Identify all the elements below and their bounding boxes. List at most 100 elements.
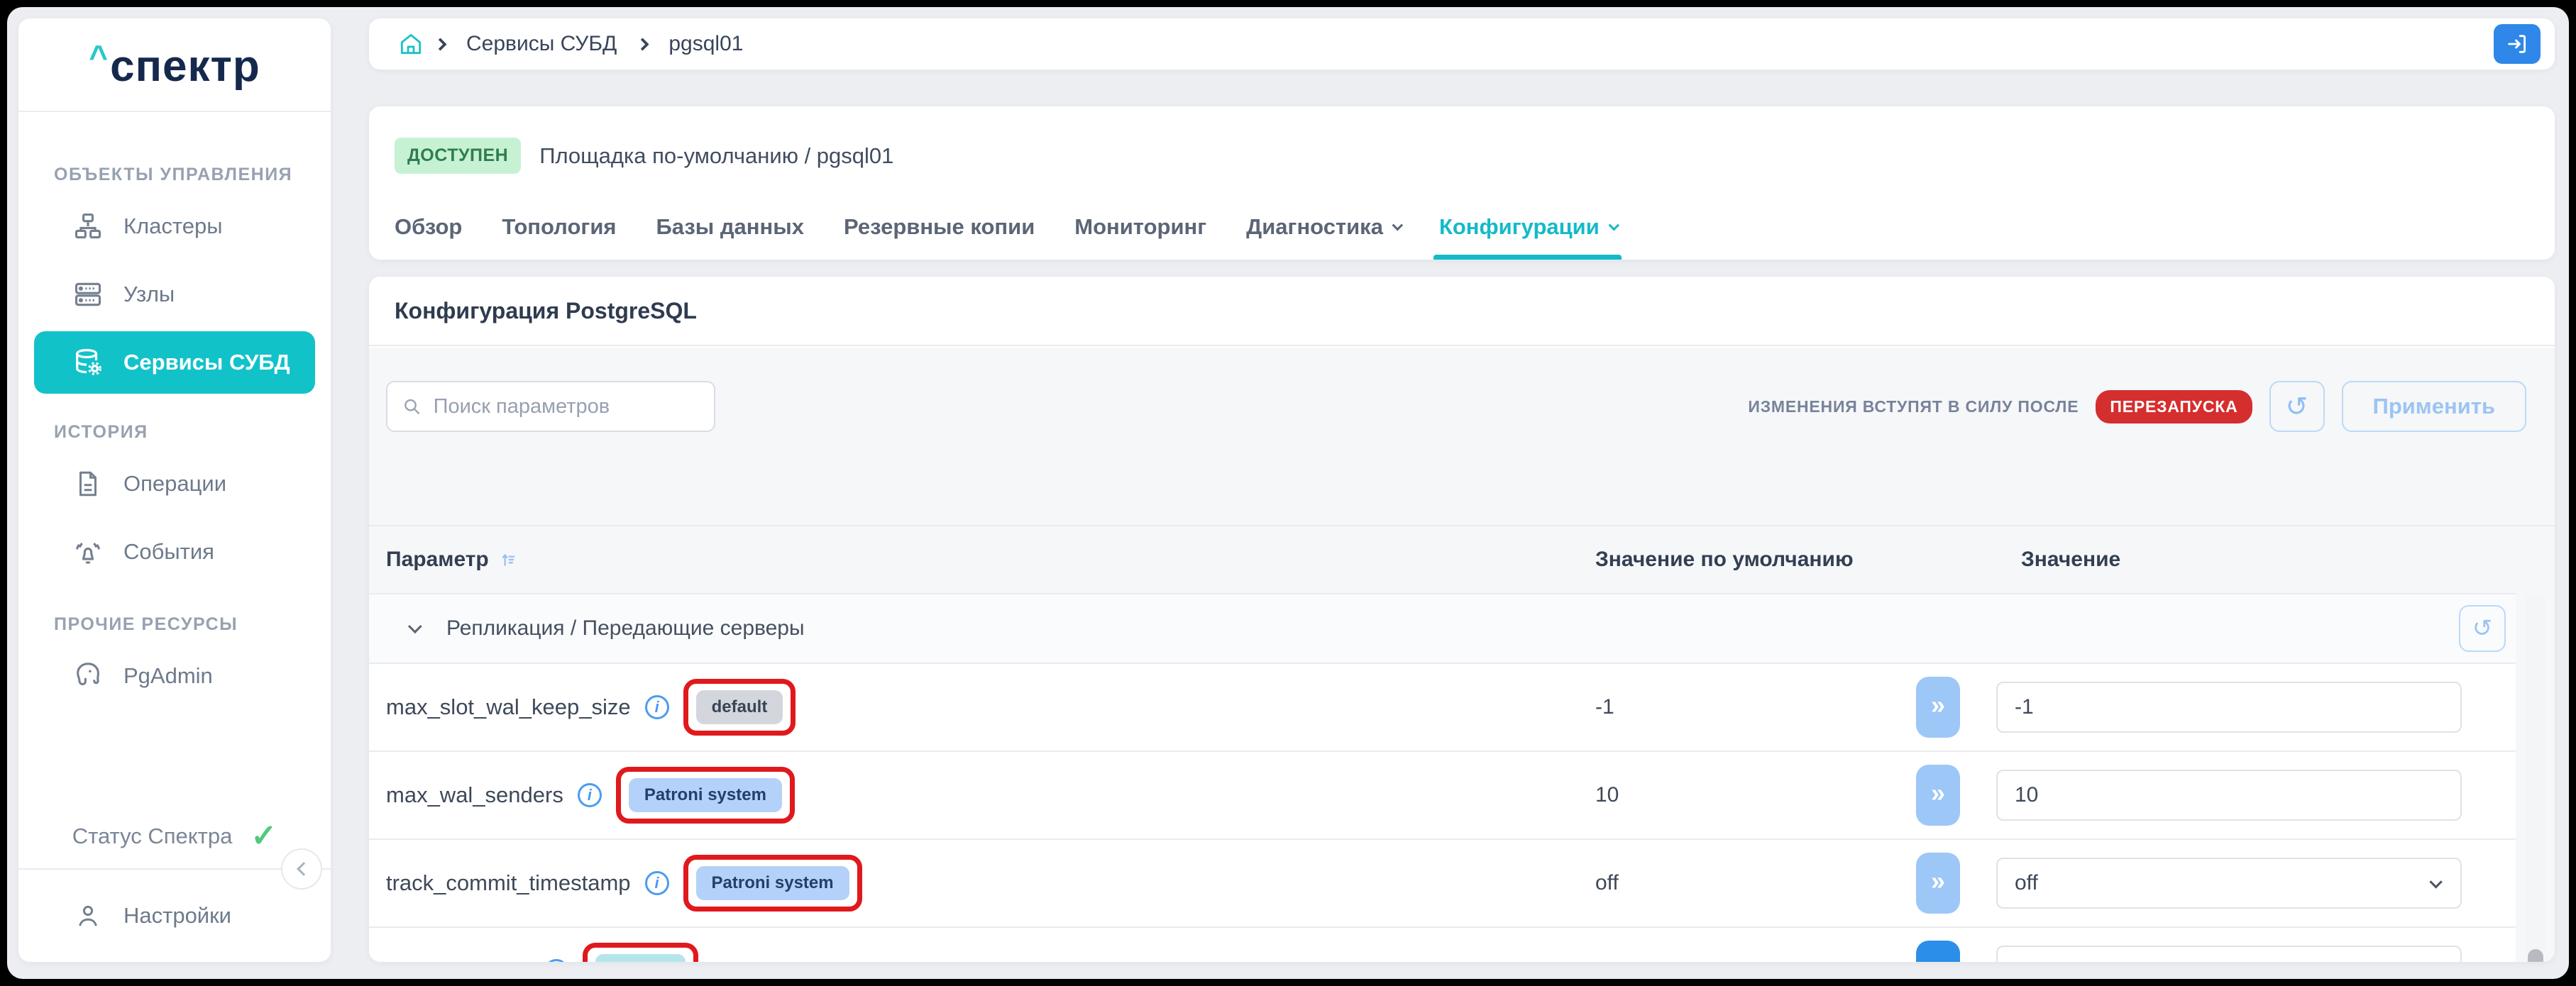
restart-notice: ИЗМЕНЕНИЯ ВСТУПЯТ В СИЛУ ПОСЛЕ [1748,397,2079,416]
param-name: track_commit_timestamp [386,870,631,896]
pgadmin-icon [71,659,105,693]
value-input[interactable] [1996,770,2462,821]
restart-badge: ПЕРЕЗАПУСКА [2096,390,2252,423]
nav-section-other: ПРОЧИЕ РЕСУРСЫ [18,614,331,635]
sidebar-item-label: Настройки [123,903,231,929]
table-row: max_wal_senders i Patroni system 10 » [369,752,2516,840]
sidebar-item-label: Сервисы СУБД [123,350,290,375]
table-row: track_commit_timestamp i Patroni system … [369,840,2516,928]
panel-title: Конфигурация PostgreSQL [395,298,697,324]
default-value: 0 [1595,959,1607,962]
transfer-default-button[interactable]: » [1916,677,1960,738]
param-badge: Patroni system [629,778,782,812]
tab-databases[interactable]: Базы данных [656,194,803,260]
sidebar-bottom: Статус Спектра ✓ Настройки [18,804,331,962]
clusters-icon [71,209,105,243]
refresh-button[interactable]: ↺ [2269,381,2325,432]
tab-monitoring[interactable]: Мониторинг [1074,194,1206,260]
tab-configurations[interactable]: Конфигурации [1439,194,1616,260]
info-icon[interactable]: i [544,959,568,962]
transfer-default-button[interactable]: » [1916,765,1960,826]
param-group-label: Репликация / Передающие серверы [446,616,805,641]
sidebar-item-clusters[interactable]: Кластеры [18,192,331,260]
breadcrumb-item-services[interactable]: Сервисы СУБД [466,32,617,56]
param-badge: Patroni [595,954,686,962]
logo: ^спектр [18,18,331,112]
tab-overview[interactable]: Обзор [395,194,462,260]
sort-asc-icon[interactable] [499,550,517,569]
configuration-panel: Конфигурация PostgreSQL ИЗМЕНЕНИЯ ВСТУПЯ… [369,277,2555,962]
page-title: Площадка по-умолчанию / pgsql01 [539,143,893,169]
nav-section-history: ИСТОРИЯ [18,422,331,443]
nodes-icon [71,277,105,311]
scrollbar-thumb[interactable] [2528,949,2543,962]
column-param[interactable]: Параметр [386,548,489,572]
session-button[interactable] [2494,24,2541,64]
login-icon [2505,32,2529,56]
sidebar-item-pgadmin[interactable]: PgAdmin [18,642,331,710]
chevron-down-icon [2429,875,2442,888]
param-group-row[interactable]: Репликация / Передающие серверы ↺ [369,594,2516,664]
value-select[interactable]: off [1996,858,2462,909]
main-area: Сервисы СУБД pgsql01 ДОСТУПЕН Площадка п… [369,7,2555,979]
sidebar-item-db-services[interactable]: Сервисы СУБД [34,331,315,394]
table-header: Параметр Значение по умолчанию Значение [369,526,2516,594]
info-icon[interactable]: i [645,695,669,719]
tab-backups[interactable]: Резервные копии [844,194,1035,260]
status-check-icon: ✓ [251,821,277,852]
param-name: wal_keep_size [386,958,530,962]
sidebar-collapse-button[interactable] [281,848,322,890]
tab-topology[interactable]: Топология [502,194,616,260]
chevron-left-icon [297,862,311,876]
logo-caret-icon: ^ [89,38,109,75]
nav-section-management: ОБЪЕКТЫ УПРАВЛЕНИЯ [18,165,331,185]
param-name: max_slot_wal_keep_size [386,694,631,720]
tab-diagnostics[interactable]: Диагностика [1246,194,1399,260]
transfer-default-button[interactable]: » [1916,853,1960,914]
home-icon[interactable] [397,31,424,57]
sidebar-item-settings[interactable]: Настройки [18,870,331,962]
logo-text: спектр [110,42,260,91]
operations-icon [71,467,105,501]
sidebar-item-nodes[interactable]: Узлы [18,260,331,328]
column-value: Значение [2021,548,2120,572]
table-row: wal_keep_size i Patroni 0 » [369,928,2516,962]
breadcrumb: Сервисы СУБД pgsql01 [369,18,2555,70]
tab-bar: Обзор Топология Базы данных Резервные ко… [395,194,2541,260]
column-default: Значение по умолчанию [1595,548,1854,572]
sidebar-nav: ОБЪЕКТЫ УПРАВЛЕНИЯ Кластеры [18,112,331,710]
sidebar-item-label: PgAdmin [123,663,213,689]
transfer-default-button[interactable]: » [1916,941,1960,962]
table-scrollbar[interactable] [2525,594,2546,953]
service-header: ДОСТУПЕН Площадка по-умолчанию / pgsql01… [369,106,2555,260]
db-services-icon [71,345,105,380]
sidebar: ^спектр ОБЪЕКТЫ УПРАВЛЕНИЯ Кластеры [18,18,331,962]
group-refresh-button[interactable]: ↺ [2459,605,2506,652]
panel-body: ИЗМЕНЕНИЯ ВСТУПЯТ В СИЛУ ПОСЛЕ ПЕРЕЗАПУС… [369,348,2555,962]
sidebar-item-label: Узлы [123,282,175,307]
value-input[interactable] [1996,946,2462,962]
apply-button[interactable]: Применить [2342,381,2526,432]
param-name: max_wal_senders [386,782,563,808]
chevron-right-icon [637,38,649,50]
table-row: max_slot_wal_keep_size i default -1 » [369,664,2516,752]
info-icon[interactable]: i [645,871,669,895]
annotation-highlight: Patroni system [616,767,795,824]
breadcrumb-item-service: pgsql01 [668,32,743,56]
search-input[interactable] [434,395,700,419]
default-value: 10 [1595,783,1619,807]
config-toolbar: ИЗМЕНЕНИЯ ВСТУПЯТ В СИЛУ ПОСЛЕ ПЕРЕЗАПУС… [369,348,2555,526]
sidebar-item-label: Операции [123,471,226,497]
app-window: ^спектр ОБЪЕКТЫ УПРАВЛЕНИЯ Кластеры [7,7,2569,979]
sidebar-item-operations[interactable]: Операции [18,450,331,518]
annotation-highlight: default [683,679,796,736]
status-badge: ДОСТУПЕН [395,138,521,174]
chevron-down-icon [1608,219,1619,231]
sidebar-item-events[interactable]: События [18,518,331,586]
value-input[interactable] [1996,682,2462,733]
info-icon[interactable]: i [578,783,602,807]
spektr-status-label: Статус Спектра [72,824,233,849]
sidebar-divider [18,868,331,870]
refresh-icon: ↺ [2286,391,2308,423]
param-badge: default [696,690,783,724]
